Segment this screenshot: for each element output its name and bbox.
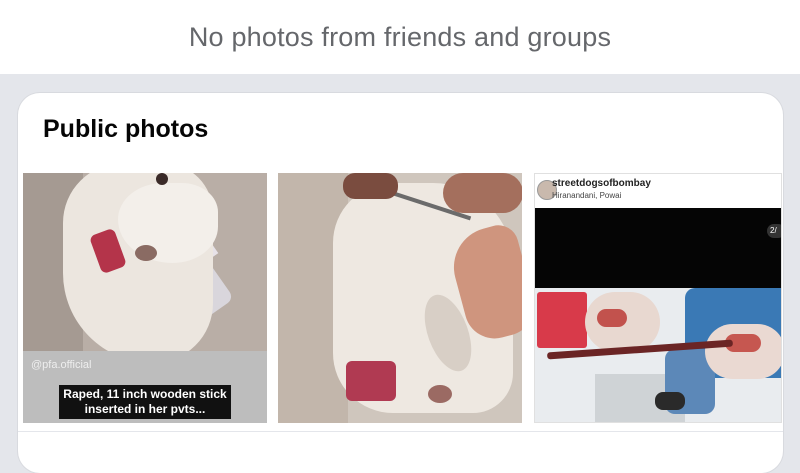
caption-line-1: Raped, 11 inch wooden stick — [63, 387, 227, 401]
no-photos-message: No photos from friends and groups — [188, 21, 612, 52]
photo-watermark: @pfa.official — [31, 359, 92, 371]
no-photos-banner: No photos from friends and groups — [0, 0, 800, 74]
photo-thumbnail-3[interactable]: streetdogsofbombay Hiranandani, Powai 2/ — [534, 173, 782, 423]
post-location: Hiranandani, Powai — [552, 191, 622, 200]
public-photos-card: Public photos @pfa.official Raped, 11 in… — [18, 93, 783, 473]
photo-thumbnail-1[interactable]: @pfa.official Raped, 11 inch wooden stic… — [23, 173, 267, 423]
divider — [18, 431, 783, 432]
instagram-post-header: streetdogsofbombay Hiranandani, Powai — [535, 174, 781, 208]
post-username: streetdogsofbombay — [552, 178, 651, 189]
photo-caption: Raped, 11 inch wooden stick inserted in … — [59, 385, 231, 419]
public-photos-title: Public photos — [43, 115, 209, 143]
caption-line-2: inserted in her pvts... — [84, 402, 206, 416]
photo-thumbnail-2[interactable] — [278, 173, 522, 423]
image-counter-badge: 2/ — [767, 224, 781, 238]
